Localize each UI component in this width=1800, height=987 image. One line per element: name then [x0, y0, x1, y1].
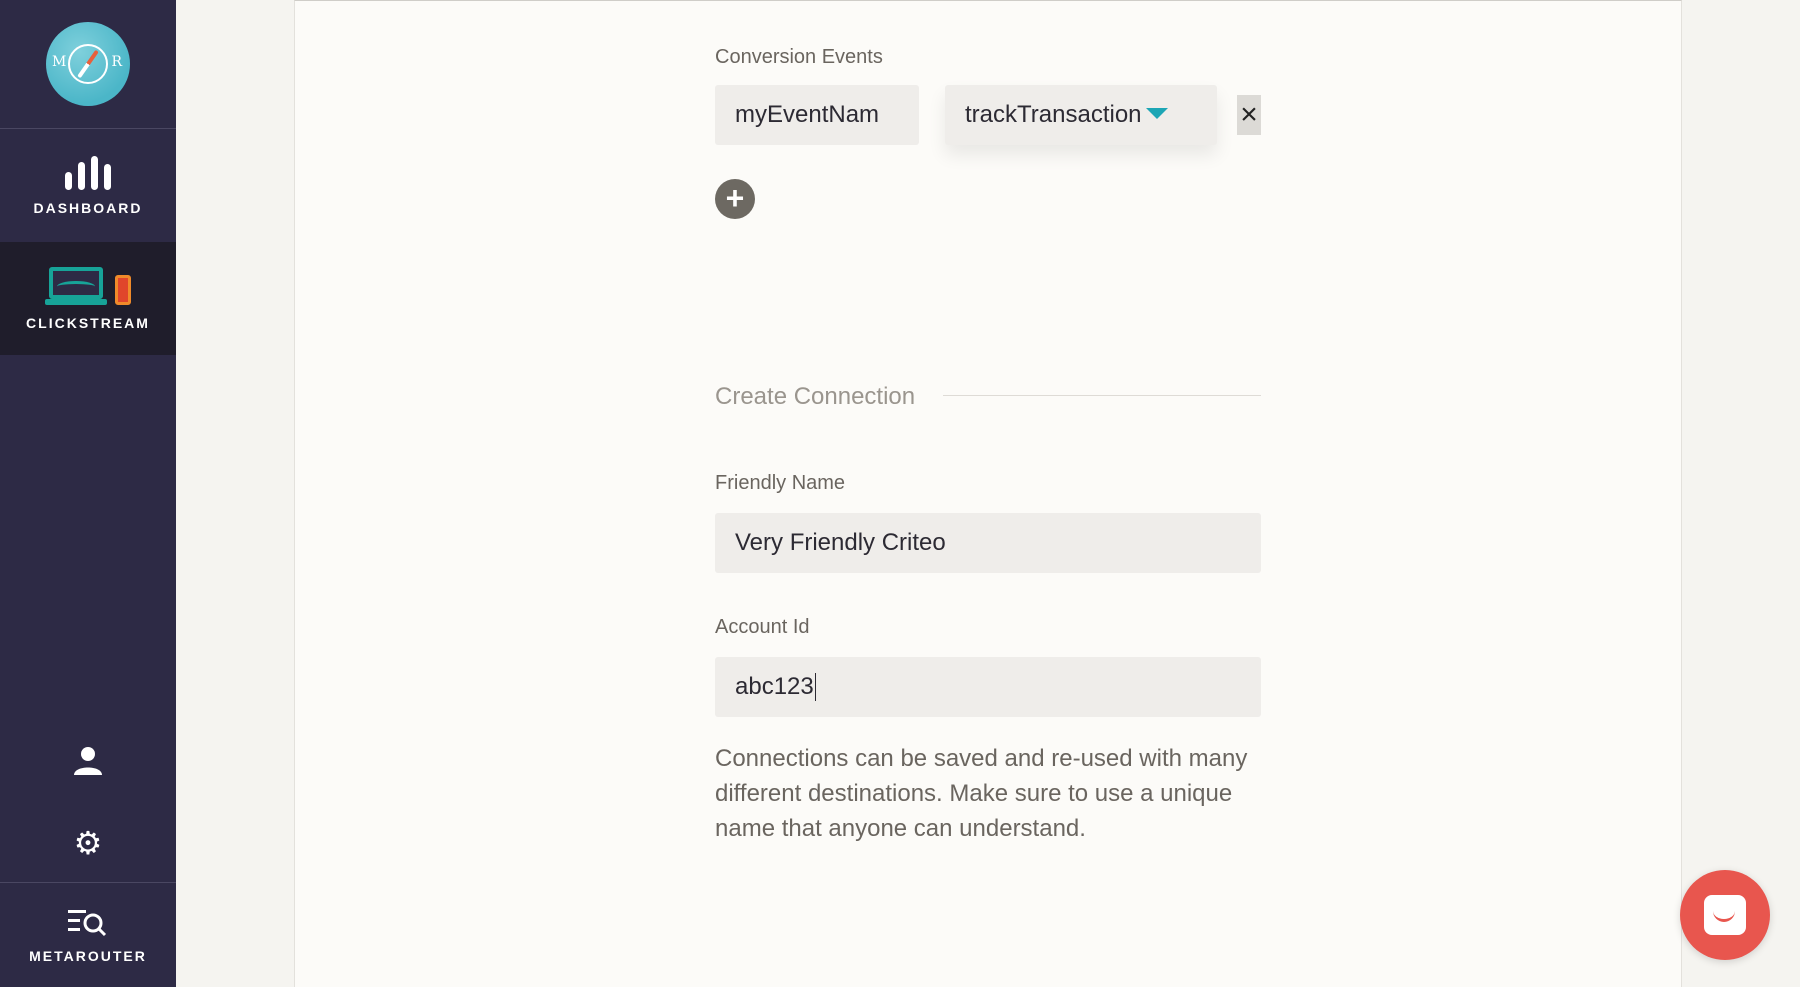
- section-title: Create Connection: [715, 383, 916, 410]
- helper-text: Connections can be saved and re-used wit…: [715, 745, 1248, 842]
- user-icon[interactable]: [0, 745, 176, 777]
- logo-letter-r: R: [111, 54, 122, 70]
- account-id-input[interactable]: abc123: [715, 657, 1261, 717]
- text-cursor: [814, 673, 817, 701]
- bar-chart-icon: [65, 155, 111, 190]
- event-method-value: trackTransaction: [965, 101, 1142, 128]
- sidebar: M R DASHBOARD CLICKSTREAM ⚙ METAROUTER: [0, 0, 176, 987]
- friendly-name-input[interactable]: Very Friendly Criteo: [715, 513, 1261, 573]
- account-id-label: Account Id: [715, 616, 810, 638]
- event-method-select[interactable]: trackTransaction: [945, 85, 1217, 145]
- caret-down-icon: [1145, 107, 1168, 119]
- sidebar-item-label: CLICKSTREAM: [26, 314, 150, 331]
- remove-event-button[interactable]: ×: [1237, 95, 1261, 135]
- chat-icon: [1704, 895, 1746, 935]
- chat-widget-button[interactable]: [1680, 870, 1770, 960]
- sidebar-item-label: DASHBOARD: [33, 199, 143, 216]
- content-card: Conversion Events myEventNam trackTransa…: [294, 0, 1682, 987]
- account-id-value: abc123: [735, 673, 814, 700]
- logo-area: M R: [0, 0, 176, 129]
- sidebar-item-metarouter[interactable]: METAROUTER: [0, 882, 176, 987]
- gear-icon[interactable]: ⚙: [0, 823, 176, 863]
- sidebar-item-label: METAROUTER: [29, 948, 147, 964]
- section-divider: [943, 395, 1261, 396]
- sidebar-item-clickstream[interactable]: CLICKSTREAM: [0, 242, 176, 355]
- metarouter-logo[interactable]: M R: [46, 22, 130, 106]
- friendly-name-label: Friendly Name: [715, 472, 846, 494]
- logo-letter-m: M: [52, 54, 67, 70]
- sidebar-item-dashboard[interactable]: DASHBOARD: [0, 129, 176, 242]
- laptop-phone-icon: [45, 266, 131, 305]
- add-event-button[interactable]: +: [715, 179, 755, 219]
- conversion-events-label: Conversion Events: [715, 46, 883, 68]
- event-name-input[interactable]: myEventNam: [715, 85, 919, 145]
- list-search-icon: [68, 910, 107, 937]
